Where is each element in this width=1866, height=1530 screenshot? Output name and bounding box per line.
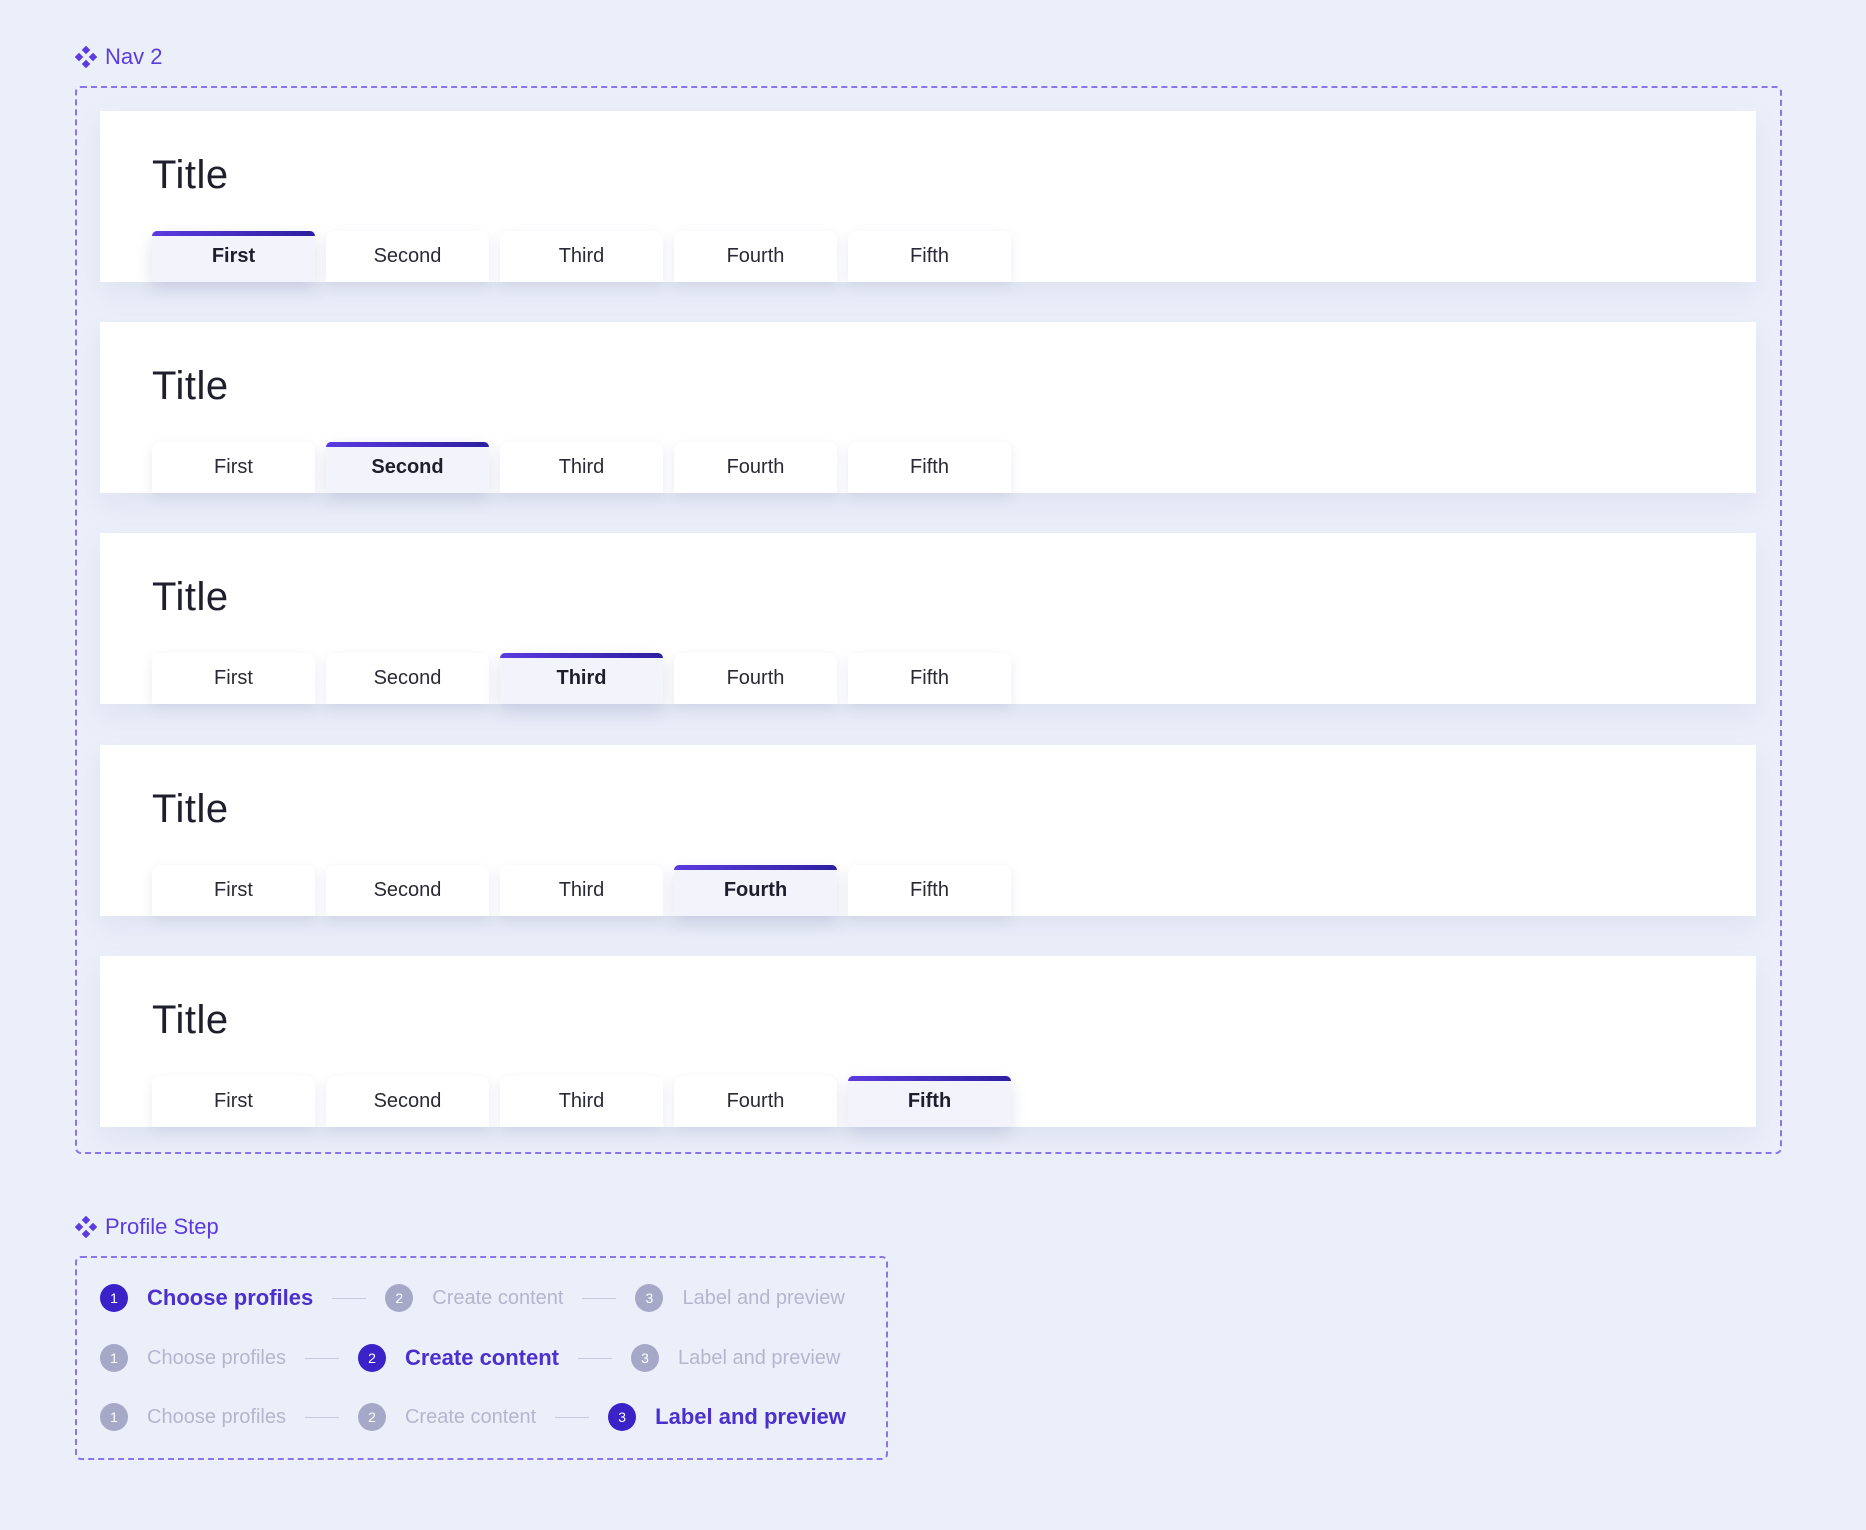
step-label: Create content [432,1286,564,1309]
tab-bar: First Second Third Fourth Fifth [152,231,1011,282]
step-label: Create content [404,1345,560,1370]
tab-third[interactable]: Third [500,1076,663,1127]
tab-third[interactable]: Third [500,653,663,704]
step-create-content[interactable]: 2 Create content [357,1403,537,1431]
tab-first[interactable]: First [152,653,315,704]
tab-fourth[interactable]: Fourth [674,1076,837,1127]
step-label-and-preview[interactable]: 3 Label and preview [635,1284,845,1312]
card-title: Title [152,998,229,1042]
step-label-and-preview[interactable]: 3 Label and preview [631,1344,840,1372]
step-number-badge: 2 [357,1344,386,1372]
tab-fourth[interactable]: Fourth [674,865,837,916]
card-title: Title [152,153,229,197]
component-diamond-icon [75,1216,97,1238]
profile-step-row: 1 Choose profiles 2 Create content 3 Label an… [100,1343,840,1373]
profile-section-label: Profile Step [75,1214,219,1240]
tab-third[interactable]: Third [500,865,663,916]
tab-second[interactable]: Second [326,442,489,493]
tab-third[interactable]: Third [500,442,663,493]
step-connector [555,1416,590,1418]
profile-step-row: 1 Choose profiles 2 Create content 3 Label an… [100,1402,846,1432]
step-connector [304,1416,339,1418]
step-connector [332,1297,367,1299]
nav-section-title: Nav 2 [105,44,163,69]
step-label: Label and preview [678,1346,841,1369]
step-connector [304,1357,339,1359]
tab-fifth[interactable]: Fifth [848,653,1011,704]
tab-fourth[interactable]: Fourth [674,653,837,704]
step-number-badge: 3 [608,1403,637,1431]
step-choose-profiles[interactable]: 1 Choose profiles [100,1344,286,1372]
tab-second[interactable]: Second [326,231,489,282]
tab-second[interactable]: Second [326,865,489,916]
profile-section-title: Profile Step [105,1214,219,1239]
step-label: Choose profiles [147,1405,286,1428]
tab-second[interactable]: Second [326,653,489,704]
tab-first[interactable]: First [152,442,315,493]
nav-card: Title First Second Third Fourth Fifth [100,956,1756,1127]
step-label: Choose profiles [147,1285,314,1310]
tab-fifth[interactable]: Fifth [848,865,1011,916]
step-number-badge: 3 [631,1344,660,1372]
tab-third[interactable]: Third [500,231,663,282]
tab-first[interactable]: First [152,1076,315,1127]
tab-fourth[interactable]: Fourth [674,442,837,493]
tab-fifth[interactable]: Fifth [848,1076,1011,1127]
step-label: Choose profiles [147,1346,286,1369]
tab-bar: First Second Third Fourth Fifth [152,442,1011,493]
nav-section-label: Nav 2 [75,44,162,70]
tab-fifth[interactable]: Fifth [848,442,1011,493]
step-choose-profiles[interactable]: 1 Choose profiles [100,1284,313,1312]
step-connector [582,1297,617,1299]
nav-card: Title First Second Third Fourth Fifth [100,533,1756,704]
step-number-badge: 3 [635,1284,664,1312]
step-number-badge: 2 [385,1284,414,1312]
tab-bar: First Second Third Fourth Fifth [152,653,1011,704]
step-choose-profiles[interactable]: 1 Choose profiles [100,1403,286,1431]
nav-card: Title First Second Third Fourth Fifth [100,745,1756,916]
step-number-badge: 1 [100,1284,128,1312]
nav-card: Title First Second Third Fourth Fifth [100,322,1756,493]
step-number-badge: 1 [100,1403,128,1431]
step-number-badge: 1 [100,1344,128,1372]
step-number-badge: 2 [357,1403,386,1431]
tab-bar: First Second Third Fourth Fifth [152,1076,1011,1127]
step-connector [578,1357,613,1359]
step-label: Create content [404,1405,537,1428]
tab-first[interactable]: First [152,231,315,282]
tab-fifth[interactable]: Fifth [848,231,1011,282]
card-title: Title [152,787,229,831]
step-label: Label and preview [655,1404,846,1429]
card-title: Title [152,575,229,619]
tab-fourth[interactable]: Fourth [674,231,837,282]
profile-step-row: 1 Choose profiles 2 Create content 3 Label an… [100,1283,845,1313]
tab-first[interactable]: First [152,865,315,916]
step-label: Label and preview [682,1286,845,1309]
card-title: Title [152,364,229,408]
tab-bar: First Second Third Fourth Fifth [152,865,1011,916]
component-diamond-icon [75,46,97,68]
nav-card: Title First Second Third Fourth Fifth [100,111,1756,282]
step-label-and-preview[interactable]: 3 Label and preview [608,1403,846,1431]
step-create-content[interactable]: 2 Create content [385,1284,563,1312]
tab-second[interactable]: Second [326,1076,489,1127]
step-create-content[interactable]: 2 Create content [357,1344,560,1372]
